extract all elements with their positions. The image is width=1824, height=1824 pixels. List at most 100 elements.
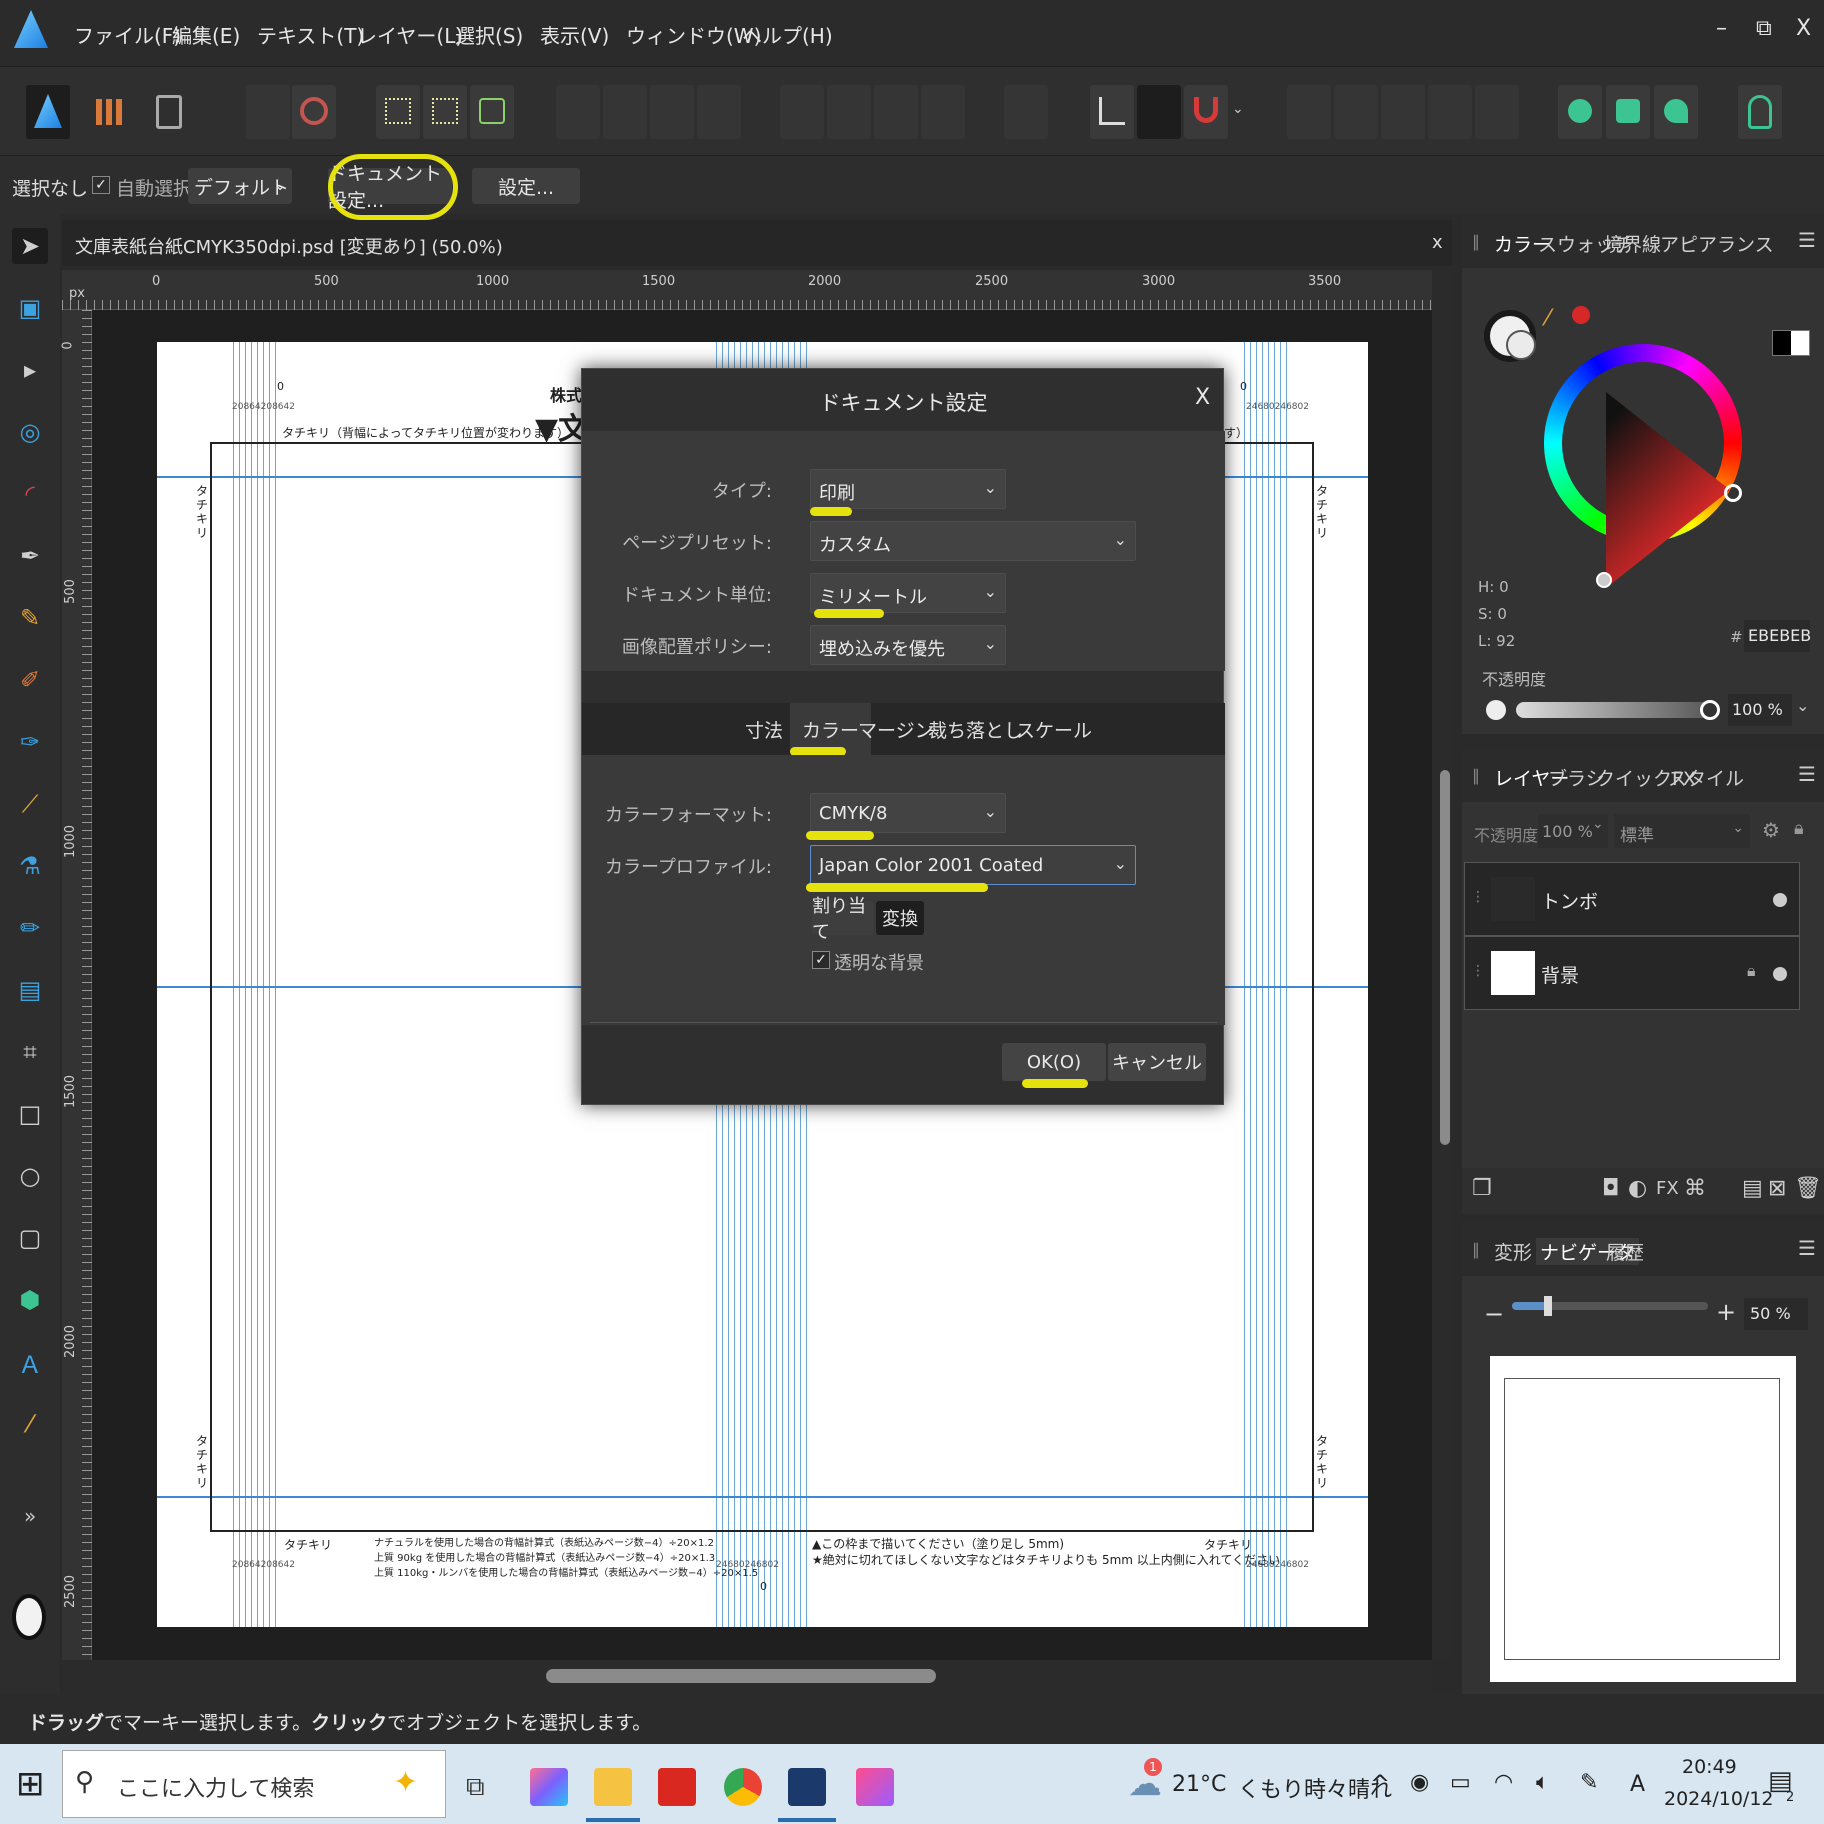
export-persona-icon[interactable] — [148, 85, 192, 139]
visibility-dot[interactable] — [1773, 967, 1787, 981]
boolean-add-icon[interactable] — [1287, 85, 1331, 139]
move-tool-icon[interactable]: ➤ — [12, 228, 48, 264]
text-tool-icon[interactable]: Ａ — [12, 1344, 48, 1380]
settings-button[interactable]: 設定... — [472, 168, 580, 204]
weather-text[interactable]: くもり時々晴れ — [1238, 1772, 1392, 1804]
insert-top-icon[interactable] — [1606, 85, 1650, 139]
weather-temp[interactable]: 21°C — [1172, 1772, 1226, 1797]
crop-tool-icon[interactable]: ⌗ — [12, 1034, 48, 1070]
layers-duplicate-icon[interactable]: ❐ — [1472, 1176, 1492, 1201]
eyedropper-icon[interactable]: ⁄ — [1546, 306, 1550, 331]
fill-stroke-swatch[interactable] — [12, 1594, 46, 1640]
convert-button[interactable]: 変換 — [876, 901, 924, 935]
color-profile-select[interactable]: Japan Color 2001 Coated ⌄ — [810, 845, 1136, 885]
snapping-toggle-icon[interactable] — [1137, 85, 1181, 139]
navigator-preview[interactable] — [1490, 1356, 1796, 1682]
assign-button[interactable]: 割り当て — [812, 896, 874, 943]
ime-indicator[interactable]: A — [1630, 1772, 1645, 1797]
zoom-out-button[interactable]: − — [1484, 1300, 1504, 1328]
tab-appearance[interactable]: アピアランス — [1660, 230, 1774, 257]
vertical-scroll-thumb[interactable] — [1440, 770, 1450, 1145]
ellipse-tool-icon[interactable]: ○ — [12, 1158, 48, 1194]
auto-select-dropdown[interactable]: デフォルト ⌄ — [188, 168, 292, 204]
mask-icon[interactable]: ◘ — [1602, 1176, 1619, 1201]
tab-dimensions[interactable]: 寸法 — [745, 703, 783, 755]
windows-start-icon[interactable]: ⊞ — [16, 1764, 45, 1804]
boolean-subtract-icon[interactable] — [1334, 85, 1378, 139]
task-view-icon[interactable]: ⧉ — [466, 1772, 485, 1803]
fill-tool-icon[interactable]: ✑ — [12, 724, 48, 760]
menu-edit[interactable]: 編集(E) — [172, 20, 240, 49]
opacity-input[interactable]: 100 % — [1728, 694, 1792, 726]
live-filter-icon[interactable]: ⌘ — [1684, 1176, 1706, 1201]
color-picker-icon[interactable]: ⁄ — [12, 1406, 48, 1442]
vector-brush-icon[interactable]: ✐ — [12, 662, 48, 698]
lock-icon[interactable]: 🔒︎ — [1747, 961, 1756, 981]
menu-file[interactable]: ファイル(F) — [74, 20, 181, 49]
chevron-up-icon[interactable]: ^ — [1370, 1770, 1390, 1798]
tab-styles[interactable]: スタイル — [1668, 764, 1744, 791]
rounded-rect-icon[interactable]: ▢ — [12, 1220, 48, 1256]
file-explorer-icon[interactable] — [594, 1768, 632, 1806]
stroke-swatch[interactable] — [1506, 330, 1536, 360]
copilot-icon[interactable] — [530, 1768, 568, 1806]
clock-date[interactable]: 2024/10/12 — [1664, 1788, 1774, 1810]
add-layer-icon[interactable]: ▤ — [1742, 1176, 1763, 1201]
tab-stroke[interactable]: 境界線 — [1604, 230, 1661, 257]
dialog-close-button[interactable]: X — [1195, 385, 1210, 410]
transparent-background-checkbox[interactable]: ✓ — [812, 951, 830, 969]
color-handle[interactable] — [1596, 572, 1612, 588]
pixel-persona-icon[interactable] — [88, 85, 132, 139]
auto-select-checkbox[interactable]: ✓ — [92, 176, 110, 194]
tab-transform[interactable]: 変形 — [1494, 1238, 1532, 1265]
corner-tool-icon[interactable]: ◜ — [12, 476, 48, 512]
zoom-input[interactable]: 50 % — [1744, 1298, 1808, 1330]
pen-icon[interactable]: ✎ — [1580, 1770, 1598, 1795]
horizontal-scroll-thumb[interactable] — [546, 1669, 936, 1683]
image-policy-select[interactable]: 埋め込みを優先 ⌄ — [810, 625, 1006, 665]
pencil-tool-icon[interactable]: ✎ — [12, 600, 48, 636]
ok-button[interactable]: OK(O) — [1002, 1043, 1106, 1081]
insert-behind-icon[interactable] — [1558, 85, 1602, 139]
battery-icon[interactable]: ▭ — [1450, 1770, 1471, 1795]
boolean-divide-icon[interactable] — [1475, 85, 1519, 139]
tab-scale[interactable]: スケール — [1016, 703, 1092, 755]
invert-selection-icon[interactable] — [470, 85, 514, 139]
arrange-back-icon[interactable] — [650, 85, 694, 139]
page-preset-select[interactable]: カスタム ⌄ — [810, 521, 1136, 561]
gradient-tool-icon[interactable]: ✏ — [12, 910, 48, 946]
panel-menu-icon[interactable]: ☰ — [1798, 762, 1816, 786]
adjustment-icon[interactable]: ◐ — [1628, 1176, 1647, 1201]
transparency-tool-icon[interactable]: ⚗ — [12, 848, 48, 884]
select-all-icon[interactable] — [376, 85, 420, 139]
close-document-icon[interactable]: x — [1432, 232, 1443, 253]
affinity-designer-taskbar-icon[interactable] — [788, 1768, 826, 1806]
arrange-front-icon[interactable] — [556, 85, 600, 139]
document-unit-select[interactable]: ミリメートル ⌄ — [810, 573, 1006, 613]
rotate-right-icon[interactable] — [921, 85, 965, 139]
hex-input[interactable]: EBEBEB — [1744, 620, 1811, 652]
point-transform-icon[interactable]: ◎ — [12, 414, 48, 450]
type-select[interactable]: 印刷 ⌄ — [810, 469, 1006, 509]
menu-select[interactable]: 選択(S) — [455, 20, 523, 49]
meet-now-icon[interactable]: ◉ — [1410, 1770, 1429, 1795]
zoom-in-button[interactable]: + — [1716, 1298, 1736, 1326]
menu-layer[interactable]: レイヤー(L) — [357, 20, 463, 49]
blend-mode-select[interactable]: 標準 ⌄ — [1614, 814, 1750, 848]
color-format-select[interactable]: CMYK/8 ⌄ — [810, 793, 1006, 833]
paint-brush-icon[interactable]: ⟋ — [12, 786, 48, 822]
chevron-down-icon[interactable]: ⌄ — [1592, 816, 1604, 832]
taskbar-search-box[interactable]: ⚲ ここに入力して検索 ✦ — [62, 1750, 446, 1818]
chevron-down-icon[interactable]: ⌄ — [1796, 696, 1809, 715]
document-icon[interactable] — [246, 85, 290, 139]
fx-icon[interactable]: FX — [1656, 1178, 1679, 1199]
visibility-dot[interactable] — [1773, 893, 1787, 907]
recent-color-swatch[interactable] — [1572, 306, 1590, 324]
panel-menu-icon[interactable]: ☰ — [1798, 228, 1816, 252]
place-image-icon[interactable]: ▤ — [12, 972, 48, 1008]
group-icon[interactable]: ⊠ — [1768, 1176, 1786, 1201]
designer-persona-icon[interactable] — [26, 85, 70, 139]
more-tools-icon[interactable]: » — [24, 1504, 36, 1528]
arrange-bottom-icon[interactable] — [697, 85, 741, 139]
chrome-icon[interactable] — [724, 1768, 762, 1806]
